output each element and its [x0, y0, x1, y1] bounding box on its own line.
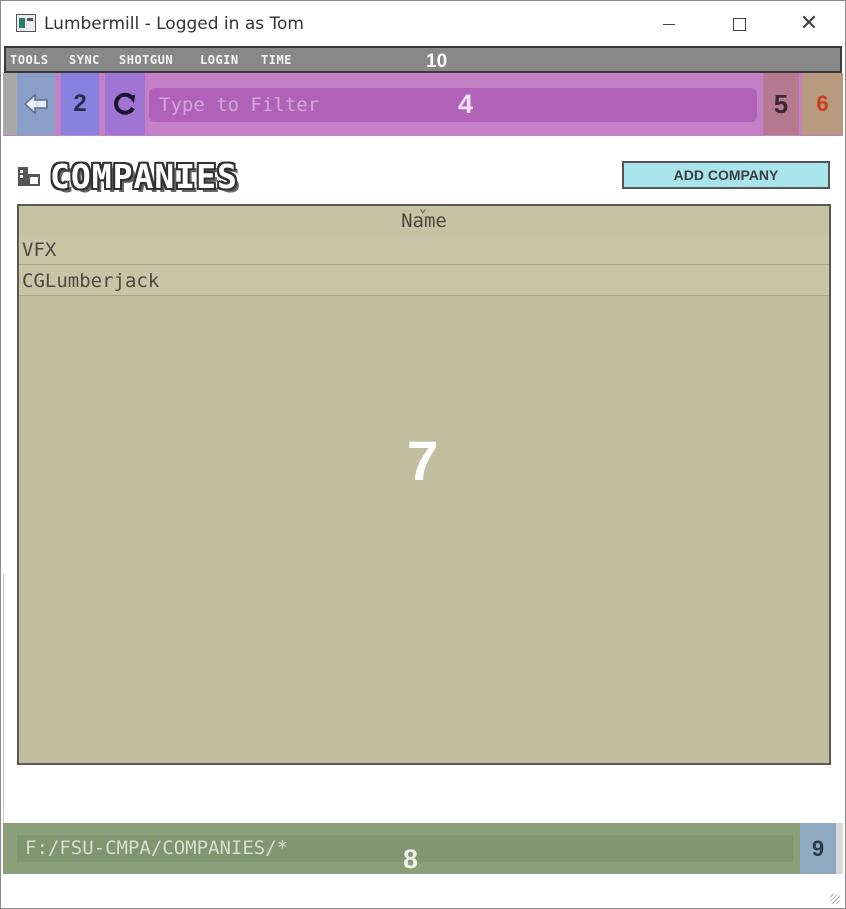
table-badge: 7	[407, 429, 439, 492]
close-button[interactable]: ✕	[786, 4, 832, 44]
page-title: COMPANIES	[50, 157, 238, 196]
refresh-icon	[114, 92, 135, 115]
refresh-button[interactable]	[105, 73, 145, 135]
button-6-label: 6	[816, 91, 829, 116]
divider	[3, 574, 4, 824]
table-row[interactable]: CGLumberjack	[19, 266, 829, 296]
minimize-button[interactable]	[646, 4, 692, 44]
companies-table: ⌄ Name VFX CGLumberjack 7	[17, 201, 831, 765]
menu-item-time[interactable]: TIME	[261, 53, 292, 67]
table-cell: CGLumberjack	[22, 269, 160, 292]
path-badge: 8	[403, 844, 419, 874]
maximize-icon	[732, 17, 746, 31]
button-6[interactable]: 6	[802, 73, 843, 135]
filter-badge: 4	[458, 89, 474, 119]
button-9[interactable]: 9	[800, 823, 836, 874]
column-header-name[interactable]: ⌄ Name	[19, 201, 829, 235]
window-title: Lumbermill - Logged in as Tom	[44, 14, 304, 34]
menu-item-login[interactable]: LOGIN	[200, 53, 239, 67]
menu-item-shotgun[interactable]: SHOTGUN	[119, 53, 173, 67]
button-9-label: 9	[811, 835, 825, 861]
path-text: F:/FSU-CMPA/COMPANIES/*	[25, 837, 289, 859]
menu-bar: TOOLS SYNC SHOTGUN LOGIN TIME 10	[4, 46, 842, 73]
title-bar[interactable]: Lumbermill - Logged in as Tom ✕	[3, 4, 843, 44]
menu-badge: 10	[426, 51, 448, 72]
filter-field[interactable]	[149, 88, 757, 122]
back-arrow-icon	[23, 93, 48, 115]
button-2[interactable]: 2	[61, 73, 99, 135]
toolbar-edge	[3, 73, 17, 135]
button-5[interactable]: 5	[763, 73, 799, 135]
table-row[interactable]: VFX	[19, 235, 829, 265]
company-building-icon	[18, 167, 40, 186]
toolbar: 2 4 5 6	[3, 73, 843, 136]
app-icon	[16, 14, 36, 32]
menu-item-tools[interactable]: TOOLS	[10, 53, 49, 67]
path-field[interactable]: F:/FSU-CMPA/COMPANIES/* 8	[17, 835, 793, 874]
menu-item-sync[interactable]: SYNC	[69, 53, 100, 67]
back-button[interactable]	[17, 73, 55, 135]
maximize-button[interactable]	[716, 4, 762, 44]
sort-indicator-icon: ⌄	[419, 201, 427, 216]
minimize-icon	[663, 23, 675, 25]
path-bar: F:/FSU-CMPA/COMPANIES/* 8 9	[3, 823, 843, 874]
path-bar-edge	[836, 823, 843, 874]
table-cell: VFX	[22, 238, 57, 261]
filter-input[interactable]	[149, 88, 757, 122]
add-company-button[interactable]: ADD COMPANY	[622, 161, 830, 189]
close-icon: ✕	[799, 11, 819, 36]
resize-grip-icon[interactable]	[830, 894, 840, 904]
